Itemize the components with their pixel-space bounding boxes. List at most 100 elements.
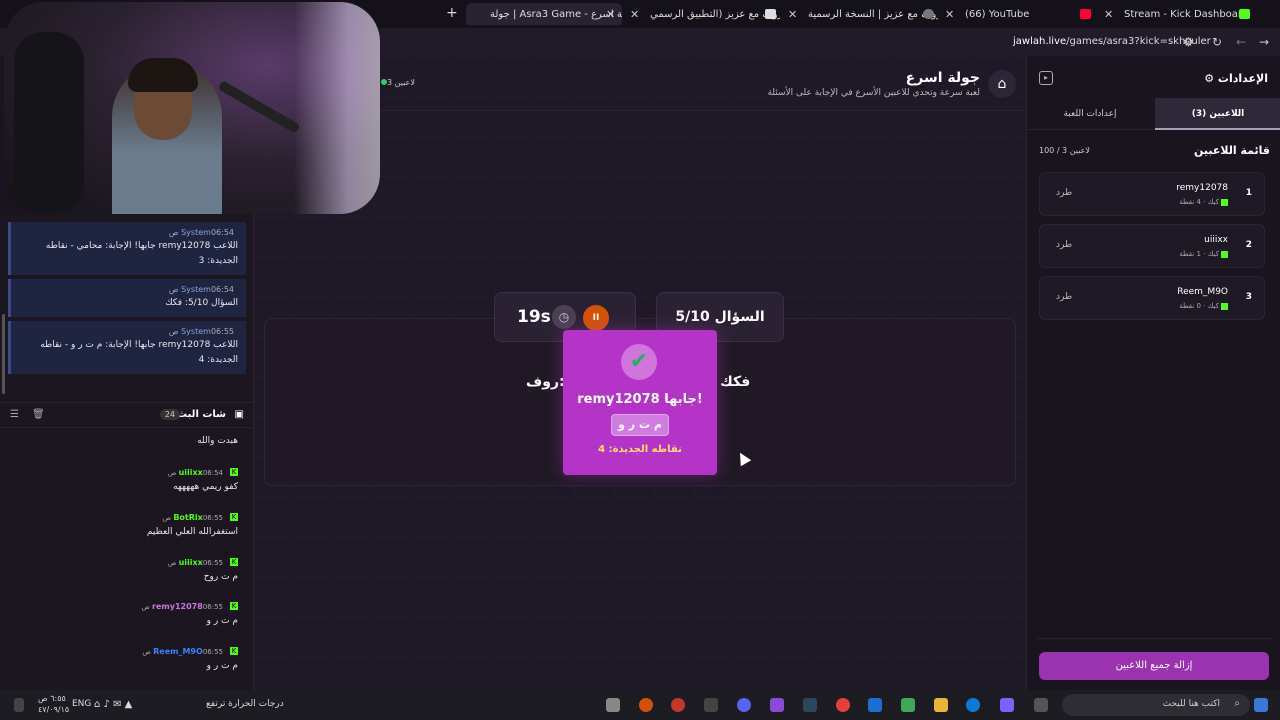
- tab-youtube[interactable]: ✕ (66) YouTube: [945, 3, 1095, 25]
- app-icon[interactable]: [1000, 698, 1014, 712]
- settings-tabs: اللاعبين (3) إعدادات اللعبة: [1027, 98, 1280, 130]
- filter-icon[interactable]: ☰: [10, 409, 19, 420]
- kick-badge-icon: K: [230, 601, 238, 610]
- taskbar: اكتب هنا للبحث ⌕ درجات الحرارة ترتفع ENG…: [0, 690, 1280, 720]
- chair-shape: [14, 32, 84, 212]
- app-icon[interactable]: [770, 698, 784, 712]
- close-tab-icon[interactable]: ✕: [1104, 8, 1113, 21]
- system-message: System06:54 ص اللاعب remy12078 جابها! ال…: [8, 222, 246, 275]
- site-settings-icon[interactable]: ⚙: [1183, 35, 1194, 49]
- tab-huroof-app[interactable]: ✕ حروف مع عزيز (التطبيق الرسمي...: [630, 3, 780, 25]
- clock-time[interactable]: ٦:٥٥ ص: [38, 694, 66, 703]
- tab-game-settings[interactable]: إعدادات اللعبة: [1027, 98, 1153, 130]
- new-tab-icon[interactable]: +: [446, 5, 458, 21]
- kick-badge-icon: K: [230, 512, 238, 521]
- players-capacity: 100 / 3 لاعبين: [1039, 146, 1090, 155]
- app-icon[interactable]: [671, 698, 685, 712]
- webcam-overlay: [4, 2, 380, 214]
- players-list-heading: قائمة اللاعبين: [1194, 144, 1270, 157]
- chat-message: Kuiiixx06:54 ص كفو ريمي هههههه: [167, 467, 238, 492]
- kick-badge-icon: K: [230, 646, 238, 655]
- kick-badge-icon: [1221, 198, 1228, 206]
- chat-icon: ▣: [234, 409, 244, 420]
- settings-panel: الإعدادات ⚙ ▸ اللاعبين (3) إعدادات اللعب…: [1026, 56, 1280, 690]
- system-tray-icons[interactable]: ⌂ ♪ ✉ ▲: [94, 699, 132, 710]
- language-indicator[interactable]: ENG: [72, 699, 91, 709]
- forward-icon[interactable]: ←: [1236, 35, 1246, 49]
- player-name: Reem_M9O: [1177, 287, 1228, 297]
- scrollbar[interactable]: [2, 314, 5, 394]
- gear-icon: ⚙: [1204, 72, 1215, 85]
- tab-huroof-official[interactable]: ✕ حروف مع عزيز | النسخة الرسمية: [788, 3, 938, 25]
- checkmark-icon: ✔: [621, 344, 657, 380]
- kick-badge-icon: K: [230, 557, 238, 566]
- file-explorer-icon[interactable]: [934, 698, 948, 712]
- outlook-icon[interactable]: [868, 698, 882, 712]
- chat-message: KBotRix06:55 ص استغفرالله العلي العظيم: [146, 512, 238, 537]
- kick-badge-icon: [1221, 250, 1228, 258]
- player-card: 2 uiiixx كيك · 1 نقطة طرد: [1039, 224, 1265, 268]
- close-tab-icon[interactable]: ✕: [788, 8, 797, 21]
- trash-icon[interactable]: 🗑: [32, 409, 45, 420]
- home-icon[interactable]: ⌂: [988, 70, 1016, 98]
- game-title: جولة اسرع: [905, 70, 980, 86]
- chat-message: KReem_M9O06:55 ص م ت ر و: [142, 646, 238, 671]
- system-message: System06:55 ص اللاعب remy12078 جابها! ال…: [8, 321, 246, 374]
- close-tab-icon[interactable]: ✕: [945, 8, 954, 21]
- player-card: 3 Reem_M9O كيك · 0 نقطة طرد: [1039, 276, 1265, 320]
- task-view-icon[interactable]: [1034, 698, 1048, 712]
- chat-count-badge: 24: [159, 409, 180, 420]
- discord-icon[interactable]: [737, 698, 751, 712]
- chrome-icon[interactable]: [836, 698, 850, 712]
- back-icon[interactable]: →: [1259, 35, 1269, 49]
- player-name: uiiixx: [1204, 235, 1228, 245]
- winner-points: نقاطه الجديدة: 4: [598, 444, 682, 455]
- pause-button[interactable]: II: [583, 305, 609, 331]
- search-icon: ⌕: [1234, 698, 1240, 709]
- game-subtitle: لعبة سرعة وتحدي للاعبين الأسرع في الإجاب…: [767, 88, 980, 98]
- close-tab-icon[interactable]: ✕: [630, 8, 639, 21]
- store-icon[interactable]: [901, 698, 915, 712]
- clock-icon: ◷: [552, 305, 576, 329]
- microphone-arm: [217, 80, 301, 134]
- weather-widget[interactable]: درجات الحرارة ترتفع: [206, 699, 284, 709]
- question-text: فكك: [720, 374, 751, 390]
- tab-kick-dashboard[interactable]: ✕ Stream - Kick Dashboard: [1104, 3, 1254, 25]
- kick-player-button[interactable]: طرد: [1056, 292, 1072, 302]
- player-name: remy12078: [1176, 183, 1228, 193]
- app-icon: [765, 9, 776, 19]
- chat-message: Kremy1207806:55 ص م ت ر و: [141, 601, 238, 626]
- steam-icon[interactable]: [803, 698, 817, 712]
- app-icon[interactable]: [639, 698, 653, 712]
- kick-badge-icon: K: [230, 467, 238, 476]
- timer-value: 19s: [517, 307, 551, 327]
- remove-all-players-button[interactable]: إزالة جميع اللاعبين: [1039, 652, 1269, 680]
- chat-message: هبدت والله: [197, 436, 238, 446]
- kick-player-button[interactable]: طرد: [1056, 188, 1072, 198]
- clock-date[interactable]: ٤٧/٠٩/١٥: [38, 705, 69, 714]
- tab-players[interactable]: اللاعبين (3): [1155, 98, 1280, 130]
- stream-chat-panel: System06:54 ص اللاعب remy12078 جابها! ال…: [0, 214, 254, 690]
- light-glow: [294, 2, 380, 214]
- system-message: System06:54 ص السؤال 5/10: فكك: [8, 279, 246, 317]
- collapse-panel-icon[interactable]: ▸: [1039, 71, 1053, 85]
- windows-start-icon[interactable]: [1254, 698, 1268, 712]
- chat-header: ▣ شات البث 24 🗑 ☰: [0, 402, 254, 428]
- winner-title: remy12078 جابها!: [577, 392, 703, 407]
- kick-player-button[interactable]: طرد: [1056, 240, 1072, 250]
- system-messages: System06:54 ص اللاعب remy12078 جابها! ال…: [8, 222, 246, 378]
- kick-badge-icon: [1221, 302, 1228, 310]
- reload-icon[interactable]: ↻: [1212, 35, 1222, 49]
- app-icon[interactable]: [606, 698, 620, 712]
- notification-icon[interactable]: [14, 698, 24, 712]
- streamer-hair: [128, 58, 198, 92]
- taskbar-search[interactable]: اكتب هنا للبحث ⌕: [1062, 694, 1250, 716]
- edge-icon[interactable]: [966, 698, 980, 712]
- globe-icon: [923, 9, 934, 19]
- winner-popup: ✔ remy12078 جابها! م ت ر و نقاطه الجديدة…: [563, 330, 717, 475]
- player-card: 1 remy12078 كيك · 4 نقطة طرد: [1039, 172, 1265, 216]
- players-online: 3 لاعبين: [378, 78, 415, 87]
- url-field[interactable]: jawlah.live/games/asra3?kick=skhouler: [1013, 36, 1211, 47]
- tab-asra3-game[interactable]: ✕ جولة | Asra3 Game - جولة اسرع: [466, 3, 622, 25]
- app-icon[interactable]: [704, 698, 718, 712]
